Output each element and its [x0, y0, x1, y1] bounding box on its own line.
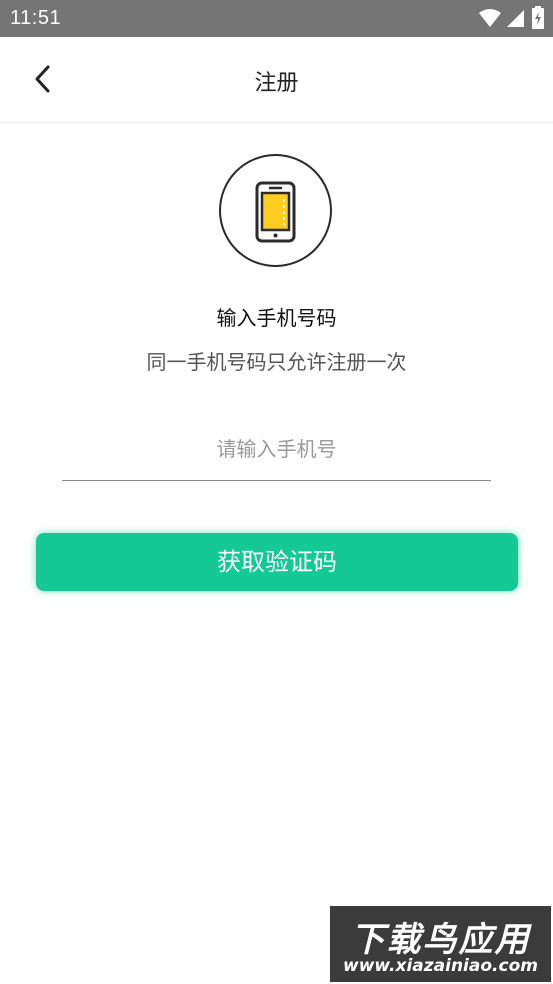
- phone-illustration: [219, 154, 332, 267]
- page-title: 注册: [254, 71, 299, 96]
- get-verification-code-button[interactable]: 获取验证码: [36, 533, 518, 591]
- signal-icon: [507, 8, 525, 32]
- status-icons: [479, 6, 545, 34]
- status-time: 11:51: [10, 7, 62, 29]
- status-bar: 11:51: [0, 0, 553, 37]
- smartphone-icon: [255, 181, 296, 243]
- instruction-heading: 输入手机号码: [216, 306, 337, 330]
- watermark-url: www.xiazainiao.com: [343, 956, 538, 976]
- watermark-title: 下载鸟应用: [350, 920, 531, 960]
- wifi-icon: [479, 8, 501, 32]
- battery-charging-icon: [531, 6, 545, 34]
- phone-number-input[interactable]: [62, 418, 491, 481]
- watermark: 下载鸟应用 www.xiazainiao.com: [330, 906, 551, 982]
- instruction-subheading: 同一手机号码只允许注册一次: [146, 350, 407, 374]
- header-bar: 注册: [0, 37, 553, 123]
